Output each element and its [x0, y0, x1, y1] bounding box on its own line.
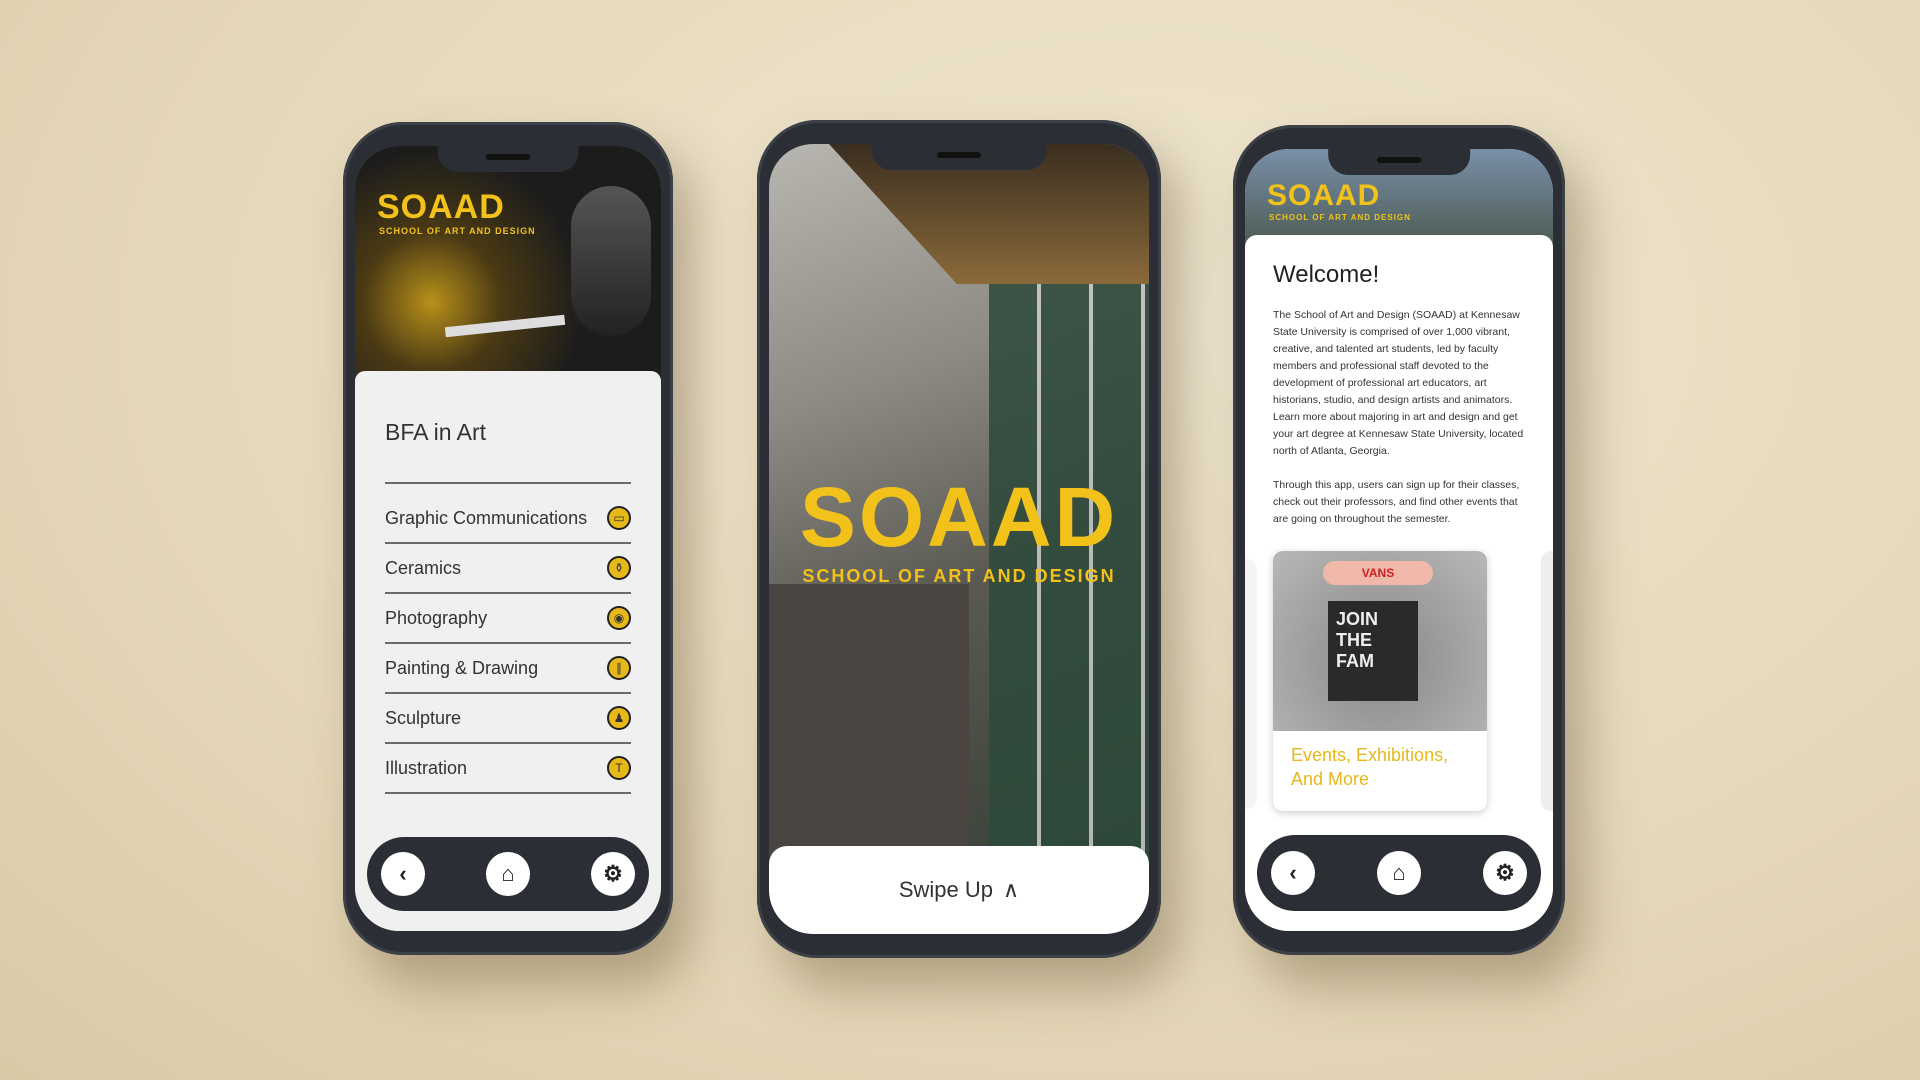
- major-item[interactable]: Sculpture ♟: [385, 694, 631, 744]
- pen-icon: T: [607, 756, 631, 780]
- vase-icon: ⚱: [607, 556, 631, 580]
- major-item[interactable]: Graphic Communications ▭: [385, 494, 631, 544]
- camera-icon: ◉: [607, 606, 631, 630]
- event-card[interactable]: VANS JOIN THE FAM Events, Exhibitions, A…: [1273, 551, 1487, 811]
- bust-icon: ♟: [607, 706, 631, 730]
- settings-button[interactable]: ⚙: [591, 852, 635, 896]
- settings-button[interactable]: ⚙: [1483, 851, 1527, 895]
- logo: SOAAD: [1267, 179, 1381, 212]
- page-title: BFA in Art: [385, 419, 631, 484]
- major-label: Ceramics: [385, 557, 462, 578]
- major-label: Illustration: [385, 757, 468, 778]
- logo-tagline: SCHOOL OF ART AND DESIGN: [379, 226, 536, 236]
- event-card-label: Events, Exhibitions, And More: [1291, 745, 1449, 789]
- bottom-nav: ‹ ⌂ ⚙: [1257, 835, 1541, 911]
- swipe-up-label: Swipe Up: [898, 877, 994, 902]
- splash-logo: SOAAD: [799, 470, 1119, 564]
- major-label: Painting & Drawing: [385, 657, 539, 678]
- logo-tagline: SCHOOL OF ART AND DESIGN: [1269, 213, 1411, 222]
- splash-screen: SOAAD SCHOOL OF ART AND DESIGN Swipe Up …: [769, 144, 1149, 934]
- next-card-peek: [1541, 551, 1553, 811]
- major-item[interactable]: Photography ◉: [385, 594, 631, 644]
- home-button[interactable]: ⌂: [1377, 851, 1421, 895]
- splash-tagline: SCHOOL OF ART AND DESIGN: [802, 566, 1116, 586]
- brushes-icon: ∥: [607, 656, 631, 680]
- back-button[interactable]: ‹: [1271, 851, 1315, 895]
- event-image: VANS JOIN THE FAM: [1273, 551, 1487, 731]
- major-label: Sculpture: [385, 707, 462, 728]
- right-phone: SOAAD SCHOOL OF ART AND DESIGN Welcome! …: [1233, 125, 1565, 955]
- prev-card-peek: [1245, 559, 1257, 809]
- chevron-up-icon: ∧: [1003, 877, 1020, 902]
- left-phone: SOAAD SCHOOL OF ART AND DESIGN BFA in Ar…: [343, 122, 673, 955]
- monitor-icon: ▭: [607, 506, 631, 530]
- major-item[interactable]: Ceramics ⚱: [385, 544, 631, 594]
- major-label: Photography: [385, 607, 488, 628]
- welcome-screen: SOAAD SCHOOL OF ART AND DESIGN Welcome! …: [1245, 149, 1553, 931]
- welcome-title: Welcome!: [1273, 261, 1380, 288]
- major-item[interactable]: Painting & Drawing ∥: [385, 644, 631, 694]
- bottom-nav: ‹ ⌂ ⚙: [367, 837, 649, 911]
- major-label: Graphic Communications: [385, 507, 588, 528]
- middle-phone: SOAAD SCHOOL OF ART AND DESIGN Swipe Up …: [757, 120, 1161, 958]
- left-screen: SOAAD SCHOOL OF ART AND DESIGN BFA in Ar…: [355, 146, 661, 931]
- welcome-body: The School of Art and Design (SOAAD) at …: [1273, 309, 1524, 457]
- back-button[interactable]: ‹: [381, 852, 425, 896]
- major-item[interactable]: Illustration T: [385, 744, 631, 794]
- header-image: SOAAD SCHOOL OF ART AND DESIGN: [355, 146, 661, 386]
- welcome-body-2: Through this app, users can sign up for …: [1273, 479, 1520, 525]
- logo: SOAAD: [377, 188, 505, 226]
- swipe-up-button[interactable]: Swipe Up ∧: [769, 846, 1149, 934]
- home-button[interactable]: ⌂: [486, 852, 530, 896]
